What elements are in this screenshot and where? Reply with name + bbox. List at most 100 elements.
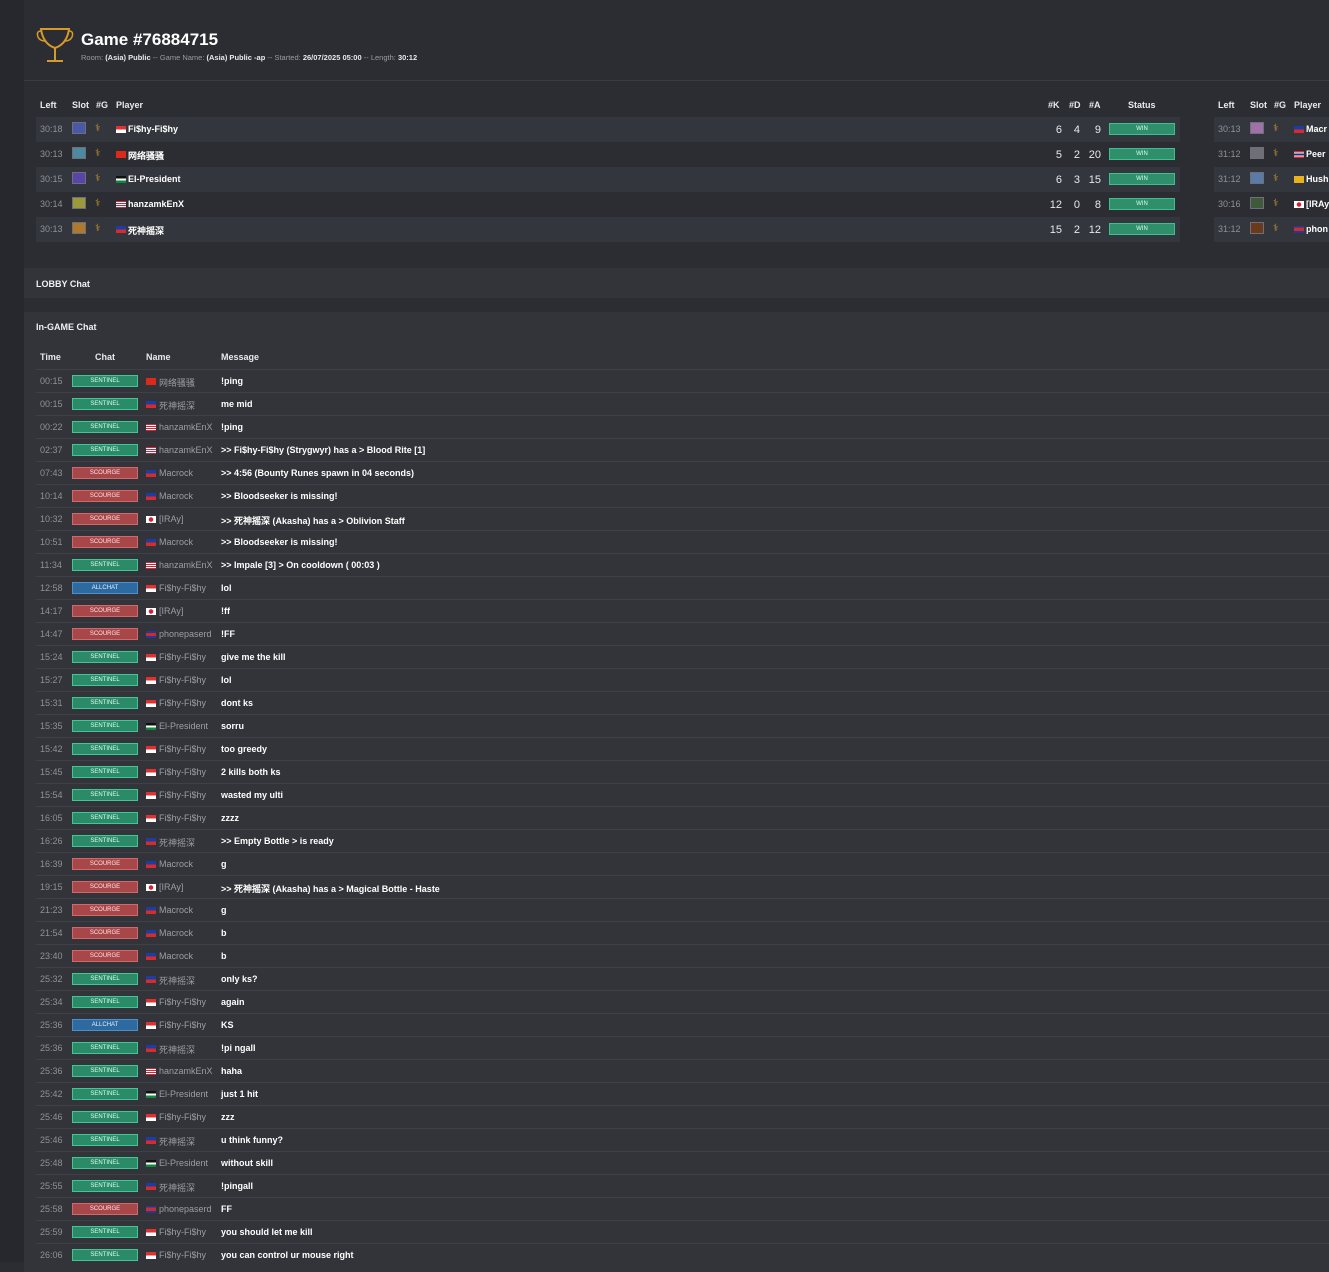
status-badge: WIN — [1109, 173, 1175, 185]
chat-message-row: 15:24 SENTINEL Fi$hy-Fi$hy give me the kill — [36, 645, 1329, 668]
link-icon[interactable]: ⚕ — [95, 223, 100, 234]
player-name[interactable]: [IRAy] — [1306, 199, 1329, 209]
chat-sender-name[interactable]: Fi$hy-Fi$hy — [159, 1112, 206, 1122]
chat-sender-name[interactable]: phonepaserd — [159, 1204, 212, 1214]
chat-sender-name[interactable]: 死神摇深 — [159, 1135, 195, 1148]
slot-color-swatch — [1250, 222, 1264, 234]
chat-sender-name[interactable]: El-President — [159, 721, 208, 731]
country-flag-icon — [146, 1252, 156, 1259]
player-row[interactable]: 30:13 ⚕ 死神摇深 15 2 12 WIN — [36, 217, 1180, 242]
chat-sender-name[interactable]: [IRAy] — [159, 514, 183, 524]
player-row[interactable]: 30:15 ⚕ El-President 6 3 15 WIN — [36, 167, 1180, 192]
chat-message-text: haha — [221, 1066, 243, 1076]
chat-sender-name[interactable]: 死神摇深 — [159, 836, 195, 849]
chat-sender-name[interactable]: Fi$hy-Fi$hy — [159, 652, 206, 662]
chat-sender-name[interactable]: Macrock — [159, 859, 193, 869]
player-name[interactable]: phon — [1306, 224, 1328, 234]
chat-sender-name[interactable]: Macrock — [159, 951, 193, 961]
chat-sender-name[interactable]: Fi$hy-Fi$hy — [159, 790, 206, 800]
chat-sender-name[interactable]: Macrock — [159, 468, 193, 478]
player-row[interactable]: 31:12 ⚕ Hush — [1214, 167, 1329, 192]
chat-time: 10:51 — [40, 537, 63, 547]
link-icon[interactable]: ⚕ — [1273, 223, 1278, 234]
country-flag-icon — [116, 126, 126, 133]
chat-sender-name[interactable]: Fi$hy-Fi$hy — [159, 767, 206, 777]
chat-message-text: g — [221, 905, 227, 915]
player-row[interactable]: 30:14 ⚕ hanzamkEnX 12 0 8 WIN — [36, 192, 1180, 217]
slot-color-swatch — [1250, 147, 1264, 159]
player-row[interactable]: 31:12 ⚕ phon — [1214, 217, 1329, 242]
chat-message-row: 21:54 SCOURGE Macrock b — [36, 921, 1329, 944]
chat-sender-name[interactable]: Fi$hy-Fi$hy — [159, 583, 206, 593]
player-name[interactable]: Peer — [1306, 149, 1326, 159]
player-row[interactable]: 30:16 ⚕ [IRAy] — [1214, 192, 1329, 217]
chat-sender-name[interactable]: Fi$hy-Fi$hy — [159, 675, 206, 685]
chat-sender-name[interactable]: [IRAy] — [159, 882, 183, 892]
chat-sender-name[interactable]: Macrock — [159, 928, 193, 938]
chat-message-row: 23:40 SCOURGE Macrock b — [36, 944, 1329, 967]
chat-sender-name[interactable]: Fi$hy-Fi$hy — [159, 1020, 206, 1030]
chat-sender-name[interactable]: Fi$hy-Fi$hy — [159, 744, 206, 754]
chat-sender-name[interactable]: phonepaserd — [159, 629, 212, 639]
chat-time: 14:47 — [40, 629, 63, 639]
player-name[interactable]: Fi$hy-Fi$hy — [128, 124, 178, 134]
chat-sender-name[interactable]: hanzamkEnX — [159, 422, 213, 432]
player-name[interactable]: Macr — [1306, 124, 1327, 134]
chat-sender-name[interactable]: hanzamkEnX — [159, 560, 213, 570]
chat-channel-badge: SENTINEL — [72, 1088, 138, 1100]
chat-channel-badge: SCOURGE — [72, 536, 138, 548]
chat-channel-badge: SENTINEL — [72, 559, 138, 571]
chat-sender-name[interactable]: Fi$hy-Fi$hy — [159, 698, 206, 708]
chat-sender-name[interactable]: [IRAy] — [159, 606, 183, 616]
country-flag-icon — [1294, 151, 1304, 158]
chat-time: 21:54 — [40, 928, 63, 938]
chat-message-text: KS — [221, 1020, 234, 1030]
country-flag-icon — [146, 516, 156, 523]
chat-sender-name[interactable]: 死神摇深 — [159, 399, 195, 412]
player-row[interactable]: 30:13 ⚕ Macr — [1214, 117, 1329, 142]
chat-sender-name[interactable]: Macrock — [159, 905, 193, 915]
chat-message-text: too greedy — [221, 744, 268, 754]
player-row[interactable]: 30:13 ⚕ 网络骚骚 5 2 20 WIN — [36, 142, 1180, 167]
chat-sender-name[interactable]: 死神摇深 — [159, 974, 195, 987]
link-icon[interactable]: ⚕ — [1273, 123, 1278, 134]
player-row[interactable]: 31:12 ⚕ Peer — [1214, 142, 1329, 167]
link-icon[interactable]: ⚕ — [1273, 148, 1278, 159]
chat-sender-name[interactable]: Fi$hy-Fi$hy — [159, 1250, 206, 1260]
chat-sender-name[interactable]: hanzamkEnX — [159, 445, 213, 455]
chat-time: 25:59 — [40, 1227, 63, 1237]
chat-sender-name[interactable]: hanzamkEnX — [159, 1066, 213, 1076]
chat-time: 07:43 — [40, 468, 63, 478]
chat-sender-name[interactable]: 死神摇深 — [159, 1043, 195, 1056]
player-left-time: 30:13 — [40, 149, 63, 159]
player-name[interactable]: Hush — [1306, 174, 1329, 184]
chat-sender-name[interactable]: Macrock — [159, 537, 193, 547]
link-icon[interactable]: ⚕ — [95, 123, 100, 134]
assists-value: 8 — [1094, 199, 1101, 211]
status-badge: WIN — [1109, 123, 1175, 135]
player-name[interactable]: hanzamkEnX — [128, 199, 184, 209]
chat-message-text: b — [221, 928, 227, 938]
chat-sender-name[interactable]: Fi$hy-Fi$hy — [159, 1227, 206, 1237]
player-name[interactable]: El-President — [128, 174, 181, 184]
country-flag-icon — [146, 470, 156, 477]
chat-sender-name[interactable]: 网络骚骚 — [159, 376, 195, 389]
link-icon[interactable]: ⚕ — [95, 198, 100, 209]
link-icon[interactable]: ⚕ — [1273, 173, 1278, 184]
chat-sender-name[interactable]: 死神摇深 — [159, 1181, 195, 1194]
chat-sender-name[interactable]: Fi$hy-Fi$hy — [159, 813, 206, 823]
chat-sender-name[interactable]: Fi$hy-Fi$hy — [159, 997, 206, 1007]
link-icon[interactable]: ⚕ — [1273, 198, 1278, 209]
link-icon[interactable]: ⚕ — [95, 173, 100, 184]
player-name[interactable]: 死神摇深 — [128, 224, 164, 237]
chat-time: 15:45 — [40, 767, 63, 777]
player-name[interactable]: 网络骚骚 — [128, 149, 164, 162]
chat-sender-name[interactable]: Macrock — [159, 491, 193, 501]
chat-time: 25:34 — [40, 997, 63, 1007]
chat-message-text: !ping — [221, 422, 243, 432]
chat-message-row: 15:54 SENTINEL Fi$hy-Fi$hy wasted my ulti — [36, 783, 1329, 806]
player-row[interactable]: 30:18 ⚕ Fi$hy-Fi$hy 6 4 9 WIN — [36, 117, 1180, 142]
chat-sender-name[interactable]: El-President — [159, 1089, 208, 1099]
link-icon[interactable]: ⚕ — [95, 148, 100, 159]
chat-sender-name[interactable]: El-President — [159, 1158, 208, 1168]
